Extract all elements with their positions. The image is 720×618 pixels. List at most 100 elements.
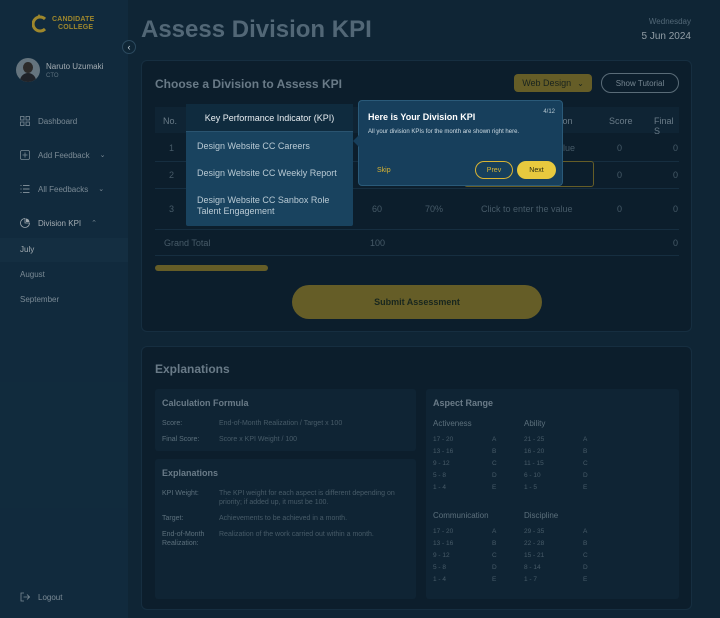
logout-icon bbox=[20, 592, 30, 602]
tooltip-skip-button[interactable]: Skip bbox=[377, 167, 391, 174]
brand-line-1: CANDIDATE bbox=[52, 16, 95, 23]
formula-value: End-of-Month Realization / Target x 100 bbox=[219, 420, 343, 427]
grid-icon bbox=[20, 116, 30, 126]
logout-button[interactable]: Logout bbox=[20, 592, 62, 602]
user-profile[interactable]: Naruto Uzumaki CTO bbox=[16, 58, 103, 82]
table-cell-no: 1 bbox=[169, 143, 175, 153]
table-cell-final: 0 bbox=[673, 143, 679, 153]
table-cell-no: 2 bbox=[169, 170, 175, 180]
definition-label: Target: bbox=[162, 515, 184, 522]
sidebar-item-label: Division KPI bbox=[38, 218, 82, 228]
panel-title: Explanations bbox=[162, 468, 219, 478]
aspect-range-grade: A bbox=[492, 436, 497, 443]
aspect-range-value: 15 - 21 bbox=[524, 552, 545, 559]
tooltip-title: Here is Your Division KPI bbox=[368, 112, 476, 122]
aspect-range-value: 9 - 12 bbox=[433, 552, 450, 559]
aspect-range-value: 5 - 8 bbox=[433, 564, 447, 571]
aspect-range-value: 22 - 28 bbox=[524, 540, 545, 547]
sidebar-item-add-feedback[interactable]: Add Feedback ⌄ bbox=[20, 150, 105, 160]
table-horizontal-scrollbar[interactable] bbox=[155, 265, 268, 271]
aspect-range-value: 9 - 12 bbox=[433, 460, 450, 467]
explanations-card: Explanations Calculation Formula Score: … bbox=[141, 346, 692, 610]
aspect-range-grade: B bbox=[583, 540, 588, 547]
sidebar-subitem-july[interactable]: July bbox=[20, 245, 34, 254]
aspect-range-grade: E bbox=[492, 484, 497, 491]
pie-chart-icon bbox=[20, 218, 30, 228]
chevron-down-icon: ⌄ bbox=[99, 152, 106, 159]
aspect-range-value: 16 - 20 bbox=[524, 448, 545, 455]
table-cell-score: 0 bbox=[617, 170, 623, 180]
aspect-range-grade: E bbox=[583, 484, 588, 491]
aspect-range-grade: C bbox=[583, 460, 588, 467]
aspect-range-value: 6 - 10 bbox=[524, 472, 541, 479]
sidebar-item-all-feedbacks[interactable]: All Feedbacks ⌄ bbox=[20, 184, 104, 194]
column-header-kpi: Key Performance Indicator (KPI) bbox=[186, 104, 353, 132]
table-cell-final: 0 bbox=[673, 170, 679, 180]
table-cell-score: 0 bbox=[617, 143, 623, 153]
row-divider bbox=[155, 229, 679, 230]
explanations-title: Explanations bbox=[155, 362, 230, 376]
definitions-panel: Explanations KPI Weight: The KPI weight … bbox=[155, 459, 416, 599]
aspect-group-title: Activeness bbox=[433, 419, 472, 428]
aspect-range-grade: C bbox=[492, 552, 497, 559]
aspect-range-grade: D bbox=[492, 472, 497, 479]
aspect-range-value: 1 - 4 bbox=[433, 576, 447, 583]
aspect-range-value: 8 - 14 bbox=[524, 564, 541, 571]
brand-logo[interactable]: CANDIDATE COLLEGE bbox=[31, 14, 95, 34]
aspect-group-title: Ability bbox=[524, 419, 546, 428]
calculation-formula-panel: Calculation Formula Score: End-of-Month … bbox=[155, 389, 416, 451]
sidebar-subitem-august[interactable]: August bbox=[20, 270, 45, 279]
table-cell-realization[interactable]: Click to enter the value bbox=[481, 204, 573, 214]
aspect-range-grade: D bbox=[583, 472, 588, 479]
tooltip-prev-button[interactable]: Prev bbox=[475, 161, 513, 179]
aspect-range-value: 11 - 15 bbox=[524, 460, 544, 467]
aspect-range-value: 13 - 16 bbox=[433, 448, 454, 455]
aspect-range-grade: D bbox=[583, 564, 588, 571]
plus-square-icon bbox=[20, 150, 30, 160]
aspect-range-value: 29 - 35 bbox=[524, 528, 545, 535]
aspect-range-value: 13 - 16 bbox=[433, 540, 454, 547]
kpi-cell: Design Website CC Weekly Report bbox=[197, 168, 337, 178]
aspect-range-grade: A bbox=[583, 436, 588, 443]
table-cell-realization[interactable]: lue bbox=[563, 143, 575, 153]
aspect-range-grade: A bbox=[492, 528, 497, 535]
table-cell-weight: 70% bbox=[425, 204, 444, 214]
formula-label: Score: bbox=[162, 420, 183, 427]
sidebar-item-division-kpi[interactable]: Division KPI ⌃ bbox=[20, 218, 97, 228]
user-role: CTO bbox=[46, 72, 59, 79]
table-cell-no: 3 bbox=[169, 204, 175, 214]
column-header-score: Score bbox=[609, 116, 633, 126]
division-dropdown[interactable]: Web Design ⌄ bbox=[514, 74, 592, 92]
aspect-range-value: 17 - 20 bbox=[433, 436, 454, 443]
kpi-cell: Design Website CC Careers bbox=[197, 141, 310, 151]
chevron-down-icon: ⌄ bbox=[98, 186, 105, 193]
definition-value: Achievements to be achieved in a month. bbox=[219, 515, 348, 522]
current-day: Wednesday bbox=[648, 17, 691, 26]
table-cell-final: 0 bbox=[673, 204, 679, 214]
aspect-range-grade: B bbox=[492, 448, 497, 455]
definition-value: Realization of the work carried out with… bbox=[219, 531, 374, 538]
kpi-column-spotlight: Key Performance Indicator (KPI) Design W… bbox=[186, 104, 353, 226]
aspect-range-value: 1 - 4 bbox=[433, 484, 447, 491]
collapse-sidebar-button[interactable]: ‹ bbox=[122, 40, 136, 54]
sidebar-subitem-september[interactable]: September bbox=[20, 295, 59, 304]
submit-assessment-button[interactable]: Submit Assessment bbox=[292, 285, 542, 319]
tooltip-next-button[interactable]: Next bbox=[517, 161, 556, 179]
aspect-range-grade: D bbox=[492, 564, 497, 571]
aspect-group-title: Communication bbox=[433, 511, 489, 520]
chevron-down-icon: ⌄ bbox=[577, 78, 584, 88]
candidate-college-logo-icon bbox=[31, 14, 48, 34]
aspect-range-grade: C bbox=[492, 460, 497, 467]
chevron-up-icon: ⌃ bbox=[91, 220, 97, 227]
grand-total-target: 100 bbox=[370, 238, 386, 248]
table-cell-target: 60 bbox=[372, 204, 383, 214]
show-tutorial-button[interactable]: Show Tutorial bbox=[601, 73, 679, 93]
sidebar-item-dashboard[interactable]: Dashboard bbox=[20, 116, 77, 126]
aspect-range-value: 21 - 25 bbox=[524, 436, 545, 443]
row-divider bbox=[155, 255, 679, 256]
avatar bbox=[16, 58, 40, 82]
brand-line-2: COLLEGE bbox=[58, 24, 94, 31]
aspect-range-value: 5 - 8 bbox=[433, 472, 447, 479]
aspect-range-grade: A bbox=[583, 528, 588, 535]
table-cell-score: 0 bbox=[617, 204, 623, 214]
